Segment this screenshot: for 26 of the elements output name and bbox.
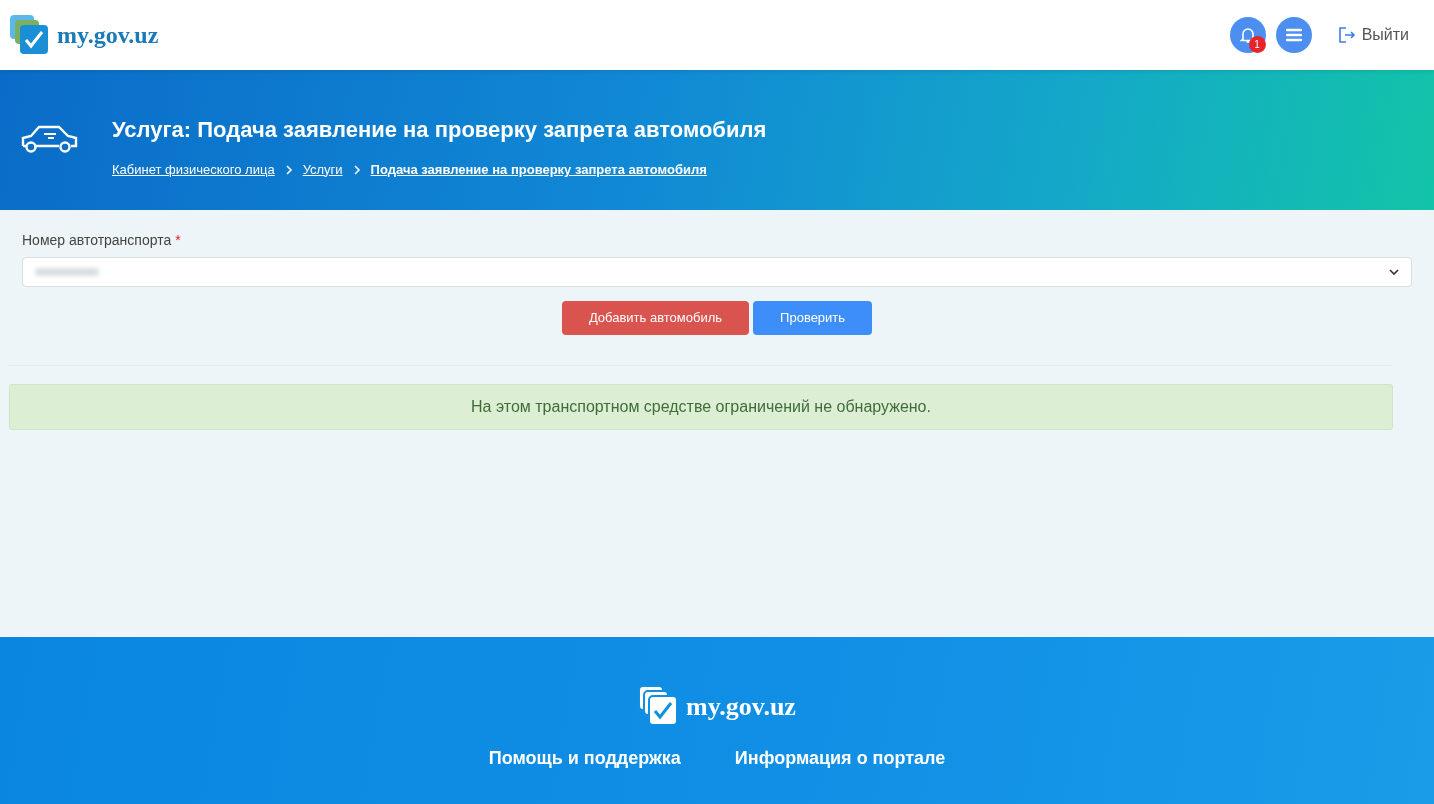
logout-link[interactable]: Выйти [1337,23,1409,47]
breadcrumb-link[interactable]: Услуги [302,159,343,180]
check-button[interactable]: Проверить [753,301,873,335]
footer-logo[interactable]: my.gov.uz [638,685,796,727]
notification-count: 1 [1248,36,1266,53]
breadcrumb-link[interactable]: Подача заявление на проверку запрета автомобиля [370,159,707,180]
add-car-button[interactable]: Добавить автомобиль [561,301,750,335]
chevron-down-icon [1389,268,1399,276]
chevron-icon [284,164,293,175]
page-title: Услуга: Подача заявление на проверку запрета автомобиля [112,115,767,144]
site-logo[interactable]: my.gov.uz [9,14,159,56]
notification-button[interactable]: 1 [1229,17,1266,53]
field-label: Номер автотранспорта [22,231,172,250]
chevron-icon [352,164,361,175]
required-mark: * [175,231,181,250]
footer-link[interactable]: Информация о портале [734,745,946,772]
menu-icon [1285,28,1302,42]
footer-link[interactable]: Помощь и поддержка [488,745,681,772]
logo-icon [9,14,49,56]
bell-icon [1239,26,1256,44]
success-alert: На этом транспортном средстве ограничений не обнаружено. [9,384,1393,430]
breadcrumb-link[interactable]: Кабинет физического лица [112,159,275,180]
car-icon [20,124,80,156]
logout-icon [1337,26,1356,44]
menu-button[interactable] [1275,17,1312,53]
logo-icon [638,685,679,727]
